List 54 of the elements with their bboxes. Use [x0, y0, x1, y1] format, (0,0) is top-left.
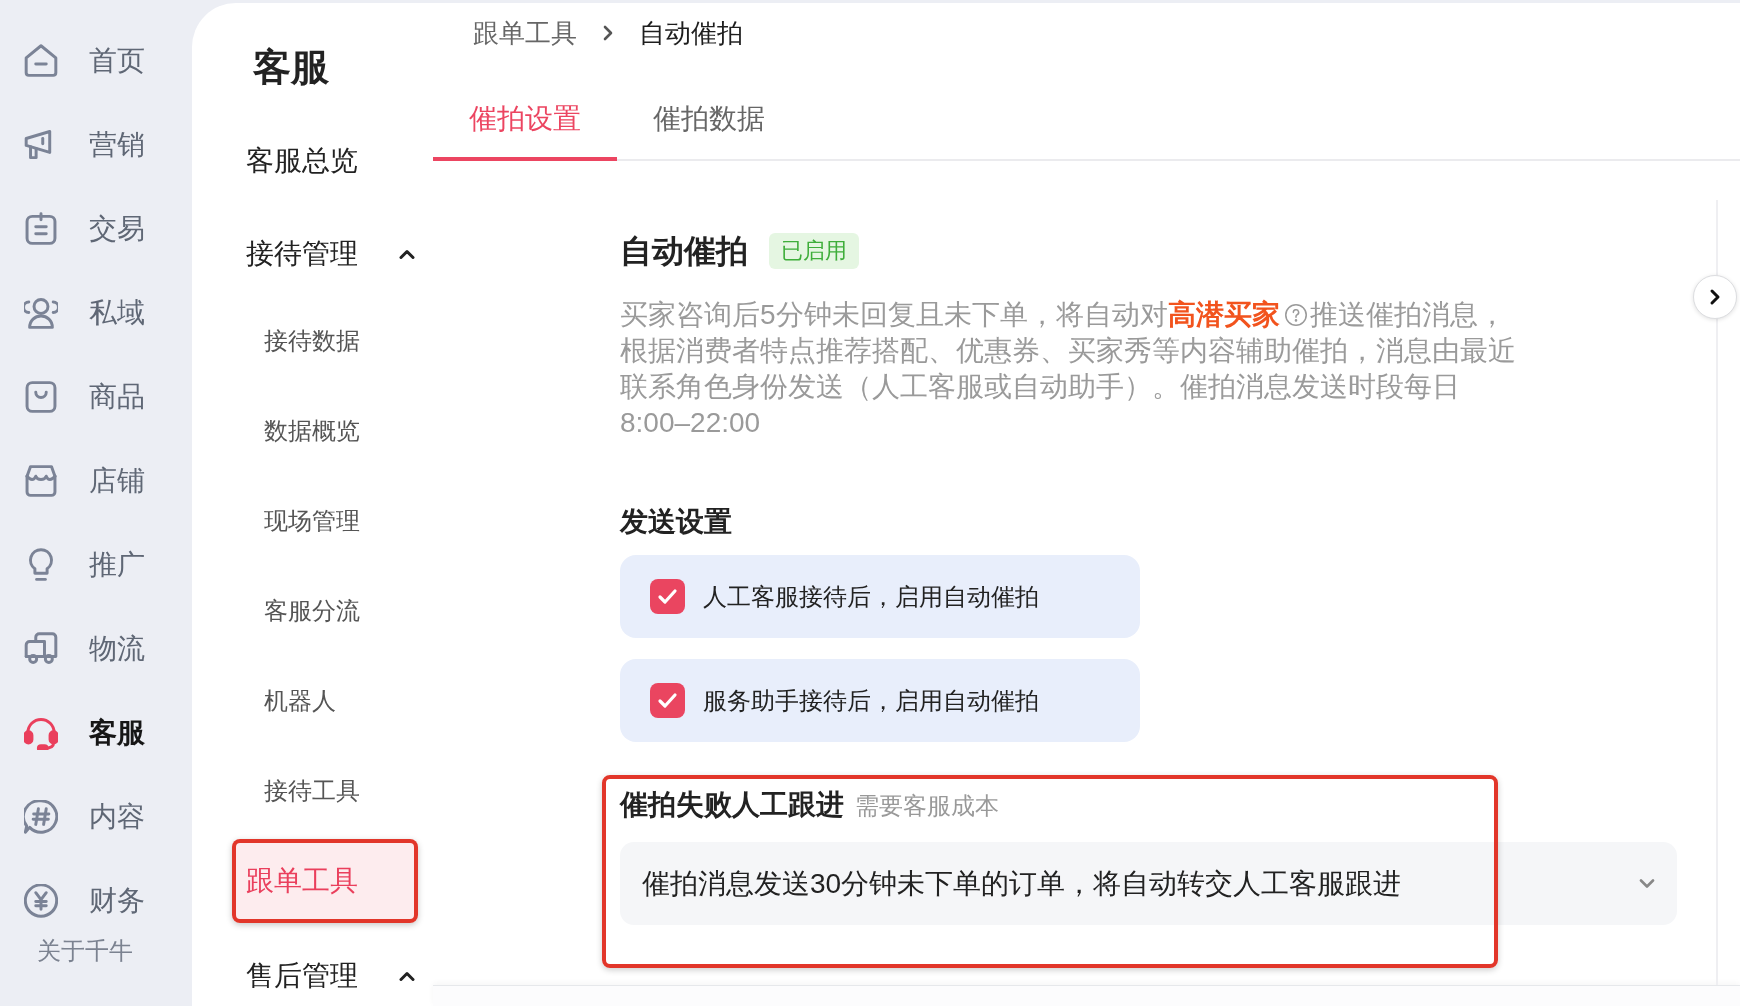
sub-nav-item[interactable]: 接待工具 — [232, 749, 418, 833]
section-heading: 催拍失败人工跟进 — [620, 788, 844, 822]
sub-nav-item[interactable]: 客服分流 — [232, 569, 418, 653]
checkbox[interactable] — [650, 683, 685, 718]
tab[interactable]: 催拍设置 — [433, 80, 617, 161]
sub-nav-item[interactable]: 机器人 — [232, 659, 418, 743]
chevron-right-icon — [602, 24, 614, 42]
description-text: 推送催拍消息， — [1309, 298, 1506, 332]
nav-item[interactable]: 营销 — [0, 125, 192, 165]
store-icon — [24, 464, 58, 498]
nav-item[interactable]: 首页 — [0, 41, 192, 81]
checkbox-label: 服务助手接待后，启用自动催拍 — [703, 685, 1039, 716]
nav-item[interactable]: 私域 — [0, 293, 192, 333]
description-text: 买家咨询后5分钟未回复且未下单，将自动对高潜买家 — [620, 298, 1280, 332]
status-badge: 已启用 — [769, 233, 859, 269]
clipboard-icon — [24, 212, 58, 246]
yen-icon — [24, 884, 58, 918]
section-title: 客服 — [253, 45, 329, 90]
help-icon[interactable] — [1284, 304, 1307, 326]
breadcrumb-current: 自动催拍 — [639, 16, 743, 50]
bag-icon — [24, 380, 58, 414]
sub-nav-item[interactable]: 客服总览 — [246, 139, 418, 183]
sub-nav-item[interactable]: 数据概览 — [232, 389, 418, 473]
truck-icon — [24, 632, 58, 666]
chevron-right-icon — [1709, 288, 1721, 306]
nav-item[interactable]: 内容 — [0, 797, 192, 837]
sub-nav-group[interactable]: 接待管理 — [246, 232, 418, 276]
sub-nav-item[interactable]: 现场管理 — [232, 479, 418, 563]
about-link[interactable]: 关于千牛 — [37, 936, 133, 966]
tab[interactable]: 催拍数据 — [617, 80, 801, 161]
hashtag-chat-icon — [24, 800, 58, 834]
nav-item[interactable]: 店铺 — [0, 461, 192, 501]
headset-icon — [24, 716, 58, 750]
description-text: 根据消费者特点推荐搭配、优惠券、买家秀等内容辅助催拍，消息由最近联系角色身份发送（人工客服或自动助手）。催拍消息发送时段每日8:00–22:00 — [620, 334, 1517, 440]
checkbox[interactable] — [650, 579, 685, 614]
nav-item[interactable]: 交易 — [0, 209, 192, 249]
house-icon — [24, 44, 58, 78]
select-field[interactable]: 催拍消息发送30分钟未下单的订单，将自动转交人工客服跟进 — [620, 842, 1677, 925]
breadcrumb-link[interactable]: 跟单工具 — [473, 13, 577, 53]
nav-item[interactable]: 客服 — [0, 713, 192, 753]
sub-nav-item[interactable]: 跟单工具 — [232, 839, 418, 923]
nav-item[interactable]: 财务 — [0, 881, 192, 921]
hint-text: 需要客服成本 — [855, 791, 999, 821]
nav-item[interactable]: 物流 — [0, 629, 192, 669]
checkbox-label: 人工客服接待后，启用自动催拍 — [703, 581, 1039, 612]
sub-nav-item[interactable]: 接待数据 — [232, 299, 418, 383]
nav-item[interactable]: 推广 — [0, 545, 192, 585]
users-icon — [24, 296, 58, 330]
feature-title: 自动催拍 — [620, 232, 748, 271]
expand-button[interactable] — [1693, 275, 1737, 319]
sub-nav-group[interactable]: 售后管理 — [246, 954, 418, 998]
section-heading: 发送设置 — [620, 505, 732, 539]
chevron-down-icon — [1639, 878, 1655, 889]
nav-item[interactable]: 商品 — [0, 377, 192, 417]
